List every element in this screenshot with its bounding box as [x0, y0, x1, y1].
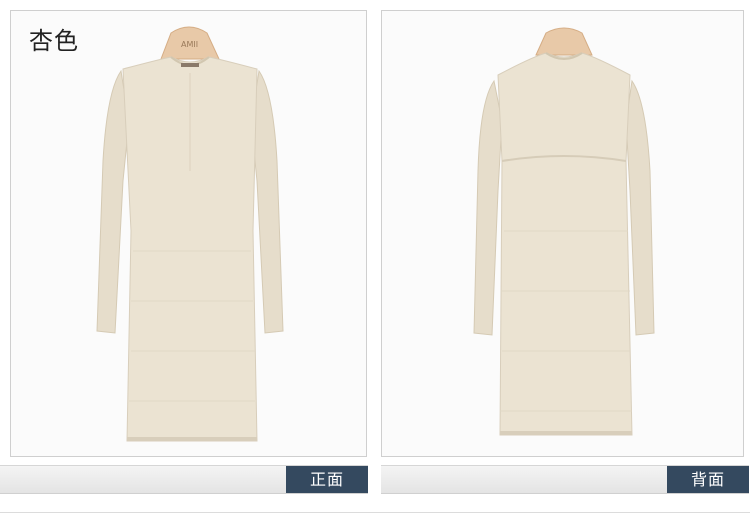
front-dress-image: AMII	[96, 26, 284, 442]
back-view-panel	[381, 10, 744, 457]
front-caption-bar: 正面	[0, 465, 368, 494]
front-view-panel: AMII 杏色	[10, 10, 367, 457]
back-view-label: 背面	[667, 466, 749, 493]
color-name-label: 杏色	[29, 27, 79, 55]
back-caption-bar: 背面	[381, 465, 749, 494]
front-view-label: 正面	[286, 466, 368, 493]
divider	[0, 512, 750, 513]
hanger-icon: AMII	[160, 26, 220, 60]
hanger-icon	[535, 27, 593, 56]
hanger-brand: AMII	[181, 40, 198, 49]
back-dress-image	[473, 27, 655, 436]
